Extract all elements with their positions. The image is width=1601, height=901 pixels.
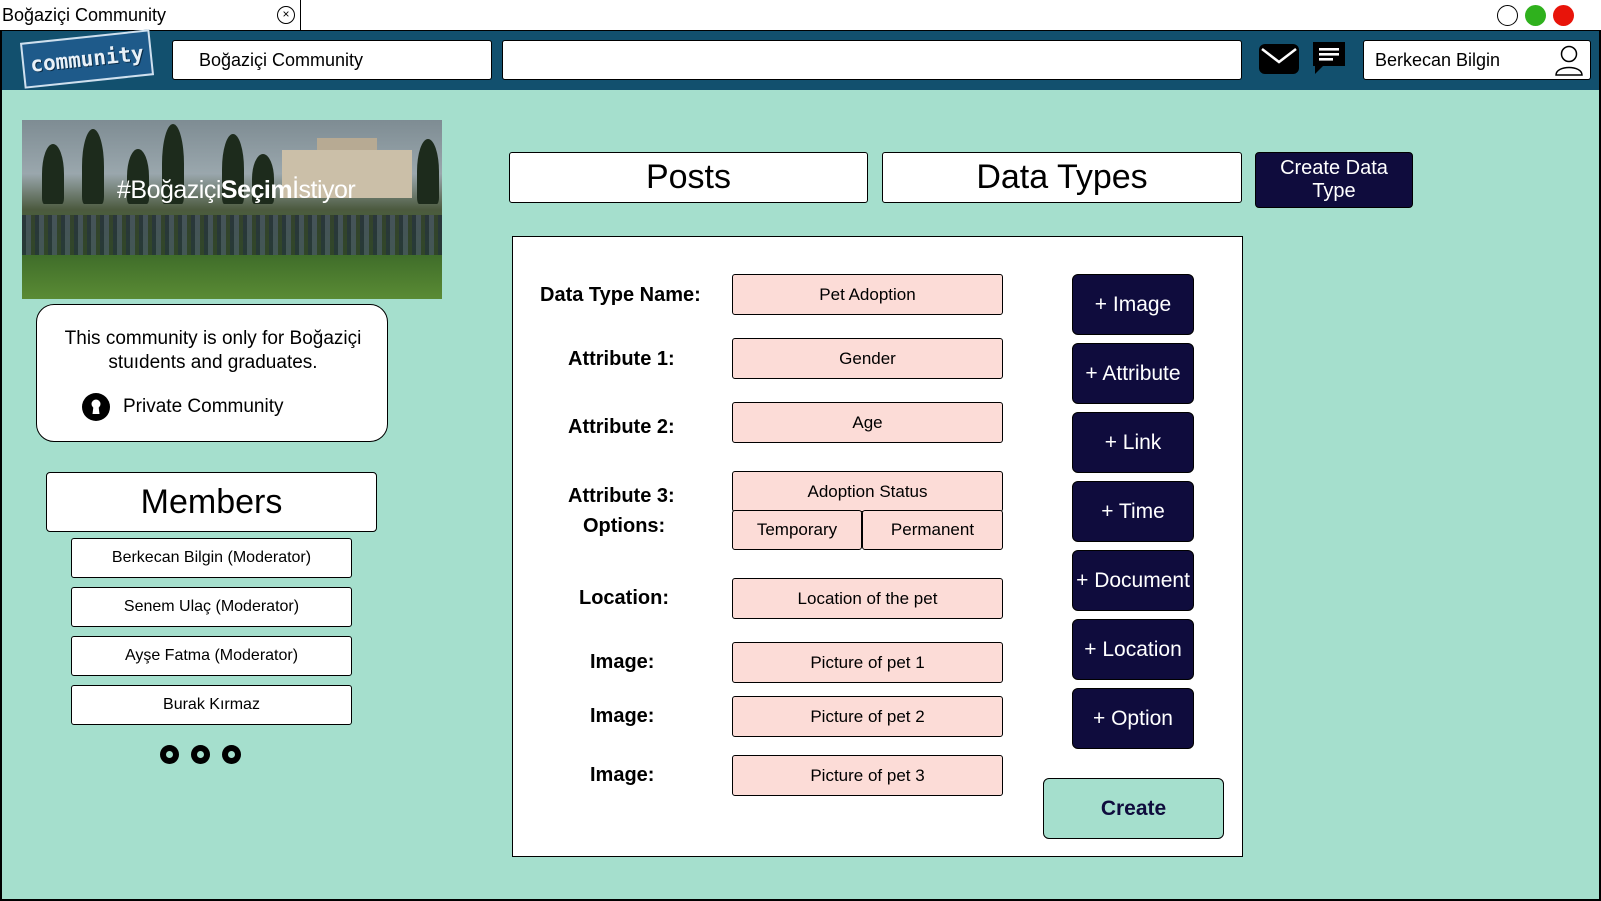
create-data-type-button[interactable]: Create Data Type — [1255, 152, 1413, 208]
add-document-button[interactable]: + Document — [1072, 550, 1194, 611]
tab-posts[interactable]: Posts — [509, 152, 868, 203]
dot-icon — [160, 745, 179, 764]
add-attribute-button[interactable]: + Attribute — [1072, 343, 1194, 404]
minimize-window-button[interactable] — [1497, 5, 1518, 26]
community-field[interactable]: Boğaziçi Community — [172, 40, 492, 80]
chat-icon[interactable] — [1311, 40, 1347, 81]
add-option-button[interactable]: + Option — [1072, 688, 1194, 749]
option-1-input[interactable]: Temporary — [732, 510, 862, 550]
add-link-button[interactable]: + Link — [1072, 412, 1194, 473]
search-input[interactable] — [502, 40, 1242, 80]
members-heading: Members — [46, 472, 377, 532]
location-input[interactable]: Location of the pet — [732, 578, 1003, 619]
member-item[interactable]: Burak Kırmaz — [71, 685, 352, 725]
attribute-3-label: Attribute 3: — [568, 485, 675, 507]
main-area: #BoğaziçiSeçimİstiyor This community is … — [0, 90, 1601, 901]
mail-icon[interactable] — [1258, 43, 1300, 80]
community-logo[interactable]: community — [19, 29, 155, 89]
maximize-window-button[interactable] — [1525, 5, 1546, 26]
data-type-form: Data Type Name: Attribute 1: Attribute 2… — [512, 236, 1243, 857]
data-type-name-input[interactable]: Pet Adoption — [732, 274, 1003, 315]
image-1-input[interactable]: Picture of pet 1 — [732, 642, 1003, 683]
dot-icon — [191, 745, 210, 764]
member-item[interactable]: Ayşe Fatma (Moderator) — [71, 636, 352, 676]
attribute-3-input[interactable]: Adoption Status — [732, 471, 1003, 512]
location-label: Location: — [579, 587, 669, 609]
user-menu[interactable]: Berkecan Bilgin — [1363, 40, 1591, 80]
user-name: Berkecan Bilgin — [1375, 50, 1501, 70]
lock-icon — [82, 393, 110, 421]
user-icon — [1554, 44, 1584, 81]
add-time-button[interactable]: + Time — [1072, 481, 1194, 542]
tab-data-types[interactable]: Data Types — [882, 152, 1242, 203]
member-item[interactable]: Berkecan Bilgin (Moderator) — [71, 538, 352, 578]
community-description: This community is only for Boğaziçi stuı… — [64, 328, 362, 373]
close-window-button[interactable] — [1553, 5, 1574, 26]
data-type-name-label: Data Type Name: — [540, 284, 701, 306]
create-button[interactable]: Create — [1043, 778, 1224, 839]
privacy-label: Private Community — [123, 396, 284, 417]
add-location-button[interactable]: + Location — [1072, 619, 1194, 680]
community-info-card: This community is only for Boğaziçi stuı… — [36, 304, 388, 442]
title-bar: Boğaziçi Community × — [0, 0, 1601, 31]
option-2-input[interactable]: Permanent — [862, 510, 1003, 550]
community-banner-image: #BoğaziçiSeçimİstiyor — [22, 120, 442, 299]
image-1-label: Image: — [590, 651, 655, 673]
add-image-button[interactable]: + Image — [1072, 274, 1194, 335]
banner-hashtag: #BoğaziçiSeçimİstiyor — [117, 176, 356, 204]
more-members-button[interactable] — [160, 745, 246, 767]
logo-text: community — [29, 41, 145, 77]
image-3-label: Image: — [590, 764, 655, 786]
image-2-input[interactable]: Picture of pet 2 — [732, 696, 1003, 737]
image-3-input[interactable]: Picture of pet 3 — [732, 755, 1003, 796]
tab-close-icon[interactable]: × — [277, 6, 295, 24]
attribute-2-label: Attribute 2: — [568, 416, 675, 438]
attribute-2-input[interactable]: Age — [732, 402, 1003, 443]
member-item[interactable]: Senem Ulaç (Moderator) — [71, 587, 352, 627]
dot-icon — [222, 745, 241, 764]
attribute-1-input[interactable]: Gender — [732, 338, 1003, 379]
tab-title: Boğaziçi Community — [2, 5, 167, 25]
attribute-1-label: Attribute 1: — [568, 348, 675, 370]
browser-tab[interactable]: Boğaziçi Community × — [0, 0, 301, 31]
options-label: Options: — [583, 515, 666, 537]
top-navigation: community Boğaziçi Community Berkecan Bi… — [0, 29, 1601, 90]
image-2-label: Image: — [590, 705, 655, 727]
